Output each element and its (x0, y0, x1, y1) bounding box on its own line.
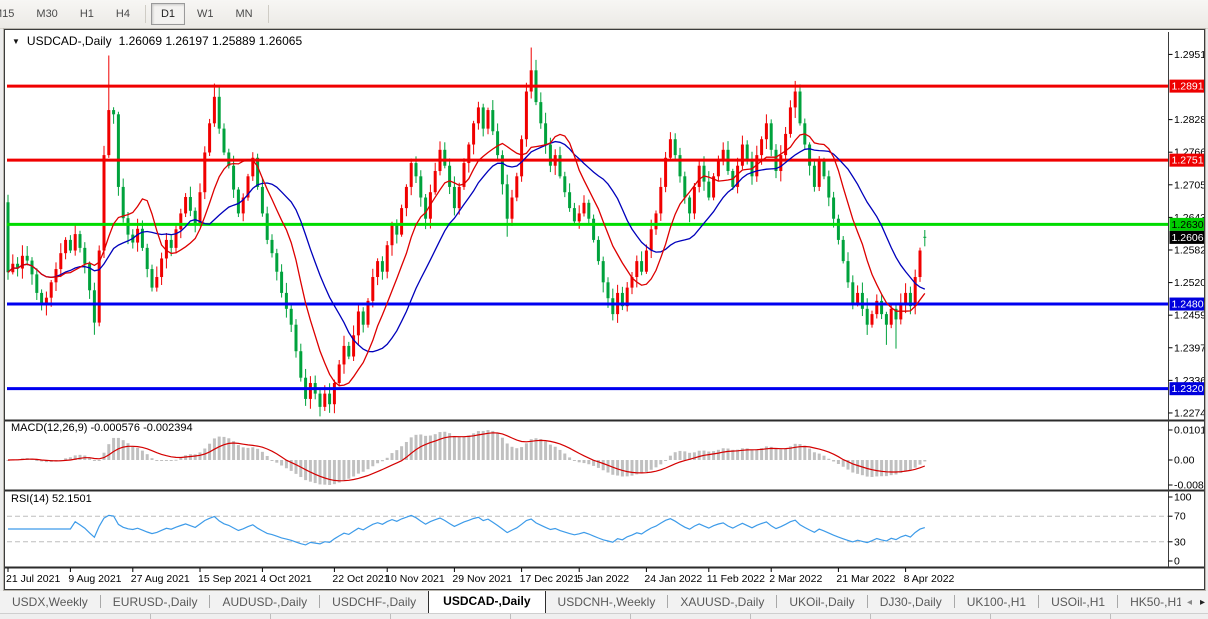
price-tick-label: 1.24590 (1174, 310, 1204, 322)
indicator-axis: 0.010127 0.00 -0.008939100 70 30 0 (1168, 425, 1204, 568)
price-badge-label: 1.27515 (1172, 155, 1205, 167)
date-tick-label: 5 Jan 2022 (577, 573, 629, 585)
date-tick-label: 2 Mar 2022 (769, 573, 822, 585)
chart-tab-xauusd-daily[interactable]: XAUUSD-,Daily (668, 592, 776, 613)
moving-averages-layer (7, 133, 926, 387)
chart-tabs-bar: USDX,Weekly EURUSD-,Daily AUDUSD-,Daily USD… (0, 591, 1208, 613)
panel-borders (5, 32, 1204, 569)
status-cell-divider (1110, 614, 1111, 619)
price-badge-label: 1.26303 (1172, 219, 1205, 231)
indicator-axis-label: 0.010127 (1174, 425, 1204, 437)
price-tick-label: 1.23975 (1174, 342, 1204, 354)
status-cell-divider (990, 614, 991, 619)
price-tick-label: 1.27050 (1174, 179, 1204, 191)
price-axis: 1.295101.282801.276651.270501.264351.258… (1168, 49, 1205, 419)
timeframe-button-m15[interactable]: M15 (0, 3, 24, 25)
chart-tab-ukoil-daily[interactable]: UKOil-,Daily (777, 592, 866, 613)
toolbar-separator (267, 5, 269, 23)
date-axis: 21 Jul 2021 9 Aug 2021 27 Aug 2021 15 Sep 2… (6, 568, 955, 585)
macd-panel-layer (6, 430, 927, 485)
status-cell-divider (750, 614, 751, 619)
status-cell-divider (150, 614, 151, 619)
date-tick-label: 29 Nov 2021 (452, 573, 512, 585)
timeframe-button-h1[interactable]: H1 (70, 3, 104, 25)
date-tick-label: 22 Oct 2021 (332, 573, 389, 585)
status-cell-divider (390, 614, 391, 619)
indicator-axis-label: 0.00 (1174, 455, 1195, 467)
date-tick-label: 8 Apr 2022 (904, 573, 955, 585)
price-tick-label: 1.25205 (1174, 277, 1204, 289)
timeframe-button-w1[interactable]: W1 (187, 3, 224, 25)
rsi-panel-layer (7, 514, 1169, 546)
indicator-axis-label: -0.008939 (1174, 480, 1204, 492)
status-cell-divider (510, 614, 511, 619)
price-badge-label: 1.28912 (1172, 81, 1205, 93)
date-tick-label: 11 Feb 2022 (707, 573, 765, 585)
price-badge-label: 1.23203 (1172, 383, 1205, 395)
status-cell-divider (270, 614, 271, 619)
chart-tab-audusd-daily[interactable]: AUDUSD-,Daily (210, 592, 319, 613)
chart-tab-eurusd-daily[interactable]: EURUSD-,Daily (101, 592, 210, 613)
chart-tab-usdcnh-weekly[interactable]: USDCNH-,Weekly (546, 592, 668, 613)
date-tick-label: 21 Jul 2021 (6, 573, 60, 585)
timeframe-toolbar: M15M30H1H4 D1W1MN (0, 0, 1208, 29)
price-tick-label: 1.25820 (1174, 244, 1204, 256)
indicator-axis-label: 100 (1174, 492, 1192, 504)
date-tick-label: 4 Oct 2021 (260, 573, 312, 585)
chart-tab-usdchf-daily[interactable]: USDCHF-,Daily (320, 592, 428, 613)
date-tick-label: 27 Aug 2021 (131, 573, 190, 585)
price-tick-label: 1.22745 (1174, 407, 1204, 419)
date-tick-label: 15 Sep 2021 (198, 573, 258, 585)
toolbar-separator (144, 5, 146, 23)
mt4-terminal: { "toolbar": { "timeframes": [ {"label":… (0, 0, 1208, 619)
chart-tab-dj30-daily[interactable]: DJ30-,Daily (868, 592, 954, 613)
date-tick-label: 9 Aug 2021 (68, 573, 121, 585)
date-tick-label: 10 Nov 2021 (385, 573, 445, 585)
price-tick-label: 1.28280 (1174, 114, 1204, 126)
tab-scroll-arrows: ◂ ▸ (1180, 591, 1205, 613)
tabs-scroll-right-icon[interactable]: ▸ (1200, 597, 1205, 608)
chart-tab-usdcad-daily[interactable]: USDCAD-,Daily (428, 591, 546, 613)
price-badge-label: 1.24800 (1172, 299, 1205, 311)
timeframe-button-mn[interactable]: MN (226, 3, 263, 25)
chart-tab-usoil-h1[interactable]: USOil-,H1 (1039, 592, 1117, 613)
date-tick-label: 24 Jan 2022 (644, 573, 702, 585)
price-tick-label: 1.29510 (1174, 49, 1204, 61)
date-tick-label: 17 Dec 2021 (520, 573, 580, 585)
indicator-axis-label: 30 (1174, 536, 1186, 548)
indicator-axis-label: 0 (1174, 556, 1180, 568)
status-strip (0, 613, 1208, 619)
indicator-axis-label: 70 (1174, 511, 1186, 523)
timeframe-button-d1[interactable]: D1 (150, 3, 185, 25)
tabs-scroll-left-icon[interactable]: ◂ (1187, 597, 1192, 608)
timeframe-button-h4[interactable]: H4 (106, 3, 140, 25)
status-cell-divider (630, 614, 631, 619)
date-tick-label: 21 Mar 2022 (836, 573, 895, 585)
chart-tab-uk100-h1[interactable]: UK100-,H1 (955, 592, 1038, 613)
timeframe-button-m30[interactable]: M30 (26, 3, 67, 25)
price-badge-label: 1.26065 (1172, 232, 1205, 244)
chart-tab-usdx-weekly[interactable]: USDX,Weekly (0, 592, 100, 613)
status-cell-divider (870, 614, 871, 619)
price-chart-canvas[interactable]: 1.295101.282801.276651.270501.264351.258… (5, 30, 1204, 589)
chart-window: 1.295101.282801.276651.270501.264351.258… (4, 29, 1205, 590)
